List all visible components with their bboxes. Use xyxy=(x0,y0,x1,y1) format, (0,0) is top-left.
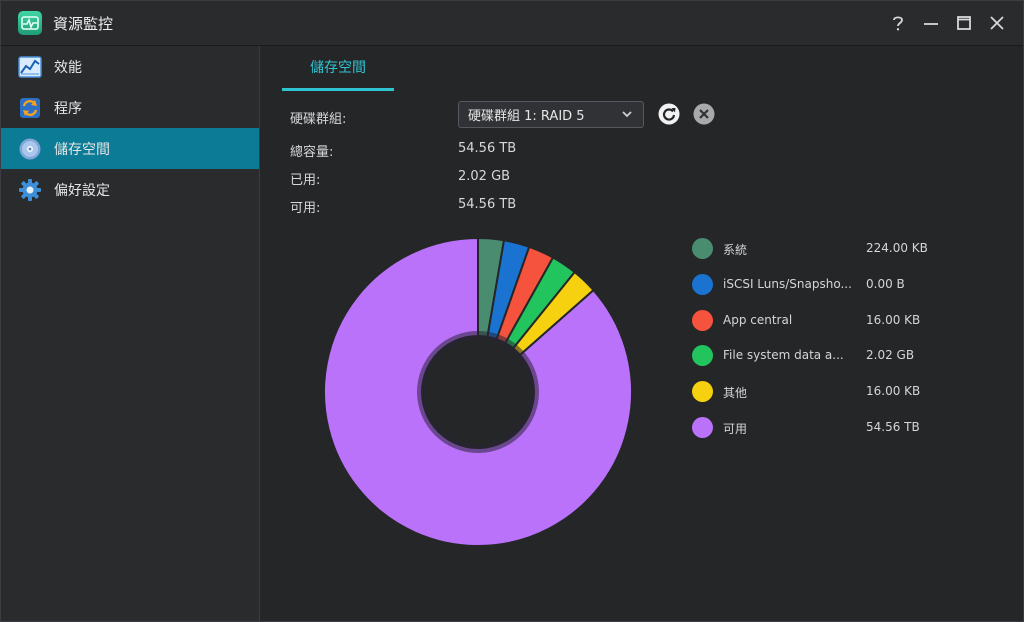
legend-size: 16.00 KB xyxy=(866,384,921,399)
used-row: 已用: 2.02 GB xyxy=(290,169,510,188)
close-icon xyxy=(989,16,1004,30)
window-controls xyxy=(881,1,1013,45)
disk-group-label: 硬碟群組: xyxy=(290,112,347,127)
legend-item: App central 16.00 KB xyxy=(690,309,950,346)
resource-monitor-window: 資源監控 效能 程序 儲存空間 偏好設定 儲存空間 硬碟群組: 硬碟群組 1: … xyxy=(0,0,1024,622)
legend-item: 其他 16.00 KB xyxy=(690,381,950,417)
legend-label: 系統 xyxy=(723,243,748,257)
chevron-down-icon xyxy=(622,111,632,118)
legend-swatch xyxy=(692,273,713,295)
window-title: 資源監控 xyxy=(53,14,114,33)
help-button[interactable] xyxy=(881,8,914,38)
legend-item: 系統 224.00 KB xyxy=(690,238,950,274)
legend-size: 2.02 GB xyxy=(866,348,915,363)
legend-item: 可用 54.56 TB xyxy=(690,416,950,453)
sidebar-item-storage[interactable]: 儲存空間 xyxy=(1,128,259,169)
legend-swatch xyxy=(692,381,713,403)
gear-icon xyxy=(18,178,42,202)
minimize-button[interactable] xyxy=(914,8,947,38)
resource-monitor-app-icon xyxy=(18,11,42,35)
legend-size: 224.00 KB xyxy=(866,241,928,255)
legend-size: 54.56 TB xyxy=(866,419,920,434)
available-value: 54.56 TB xyxy=(458,197,517,212)
storage-panel: 儲存空間 硬碟群組: 硬碟群組 1: RAID 5 總容量: 54.56 TB … xyxy=(260,46,1023,621)
total-capacity-row: 總容量: 54.56 TB xyxy=(290,141,516,160)
sidebar-item-preferences[interactable]: 偏好設定 xyxy=(1,169,259,210)
available-row: 可用: 54.56 TB xyxy=(290,197,516,216)
storage-usage-donut-chart xyxy=(323,236,633,547)
legend-size: 0.00 B xyxy=(866,276,905,291)
disk-group-select[interactable]: 硬碟群組 1: RAID 5 xyxy=(458,101,644,128)
sidebar: 效能 程序 儲存空間 偏好設定 xyxy=(1,46,260,621)
available-label: 可用: xyxy=(290,201,321,216)
legend-label: File system data a... xyxy=(723,348,844,363)
sidebar-item-label: 偏好設定 xyxy=(54,182,110,199)
sidebar-item-label: 儲存空間 xyxy=(54,141,110,158)
tab-bar: 儲存空間 xyxy=(282,46,394,91)
sidebar-item-label: 效能 xyxy=(54,59,82,76)
legend-item: File system data a... 2.02 GB xyxy=(690,345,950,381)
title-bar: 資源監控 xyxy=(1,1,1023,46)
legend-swatch xyxy=(692,345,713,367)
legend-label: iSCSI Luns/Snapsho... xyxy=(723,276,852,291)
maximize-button[interactable] xyxy=(947,8,980,38)
storage-disk-icon xyxy=(18,137,42,161)
legend-swatch xyxy=(692,416,713,438)
legend-label: 其他 xyxy=(723,386,748,401)
help-icon xyxy=(892,16,903,31)
total-capacity-label: 總容量: xyxy=(290,145,334,160)
refresh-icon xyxy=(658,103,680,125)
chart-legend: 系統 224.00 KB iSCSI Luns/Snapsho... 0.00 B Ap… xyxy=(690,238,950,453)
sidebar-item-performance[interactable]: 效能 xyxy=(1,46,259,87)
legend-label: 可用 xyxy=(723,421,748,436)
total-capacity-value: 54.56 TB xyxy=(458,141,517,156)
used-label: 已用: xyxy=(290,173,321,188)
refresh-button[interactable] xyxy=(658,103,680,125)
legend-label: App central xyxy=(723,312,793,327)
close-circle-icon xyxy=(693,103,715,125)
legend-item: iSCSI Luns/Snapsho... 0.00 B xyxy=(690,273,950,310)
process-icon xyxy=(18,96,42,120)
minimize-icon xyxy=(923,23,938,25)
donut-hole xyxy=(425,339,531,445)
maximize-icon xyxy=(956,16,971,30)
legend-swatch xyxy=(692,238,713,259)
close-button[interactable] xyxy=(980,8,1013,38)
legend-size: 16.00 KB xyxy=(866,312,921,327)
disk-group-selected: 硬碟群組 1: RAID 5 xyxy=(468,109,585,124)
sidebar-item-process[interactable]: 程序 xyxy=(1,87,259,128)
eject-remove-button[interactable] xyxy=(693,103,715,125)
used-value: 2.02 GB xyxy=(458,169,511,184)
tab-storage[interactable]: 儲存空間 xyxy=(282,46,394,91)
disk-group-row: 硬碟群組: xyxy=(290,108,346,127)
performance-chart-icon xyxy=(18,55,42,79)
legend-swatch xyxy=(692,309,713,331)
sidebar-item-label: 程序 xyxy=(54,100,82,117)
